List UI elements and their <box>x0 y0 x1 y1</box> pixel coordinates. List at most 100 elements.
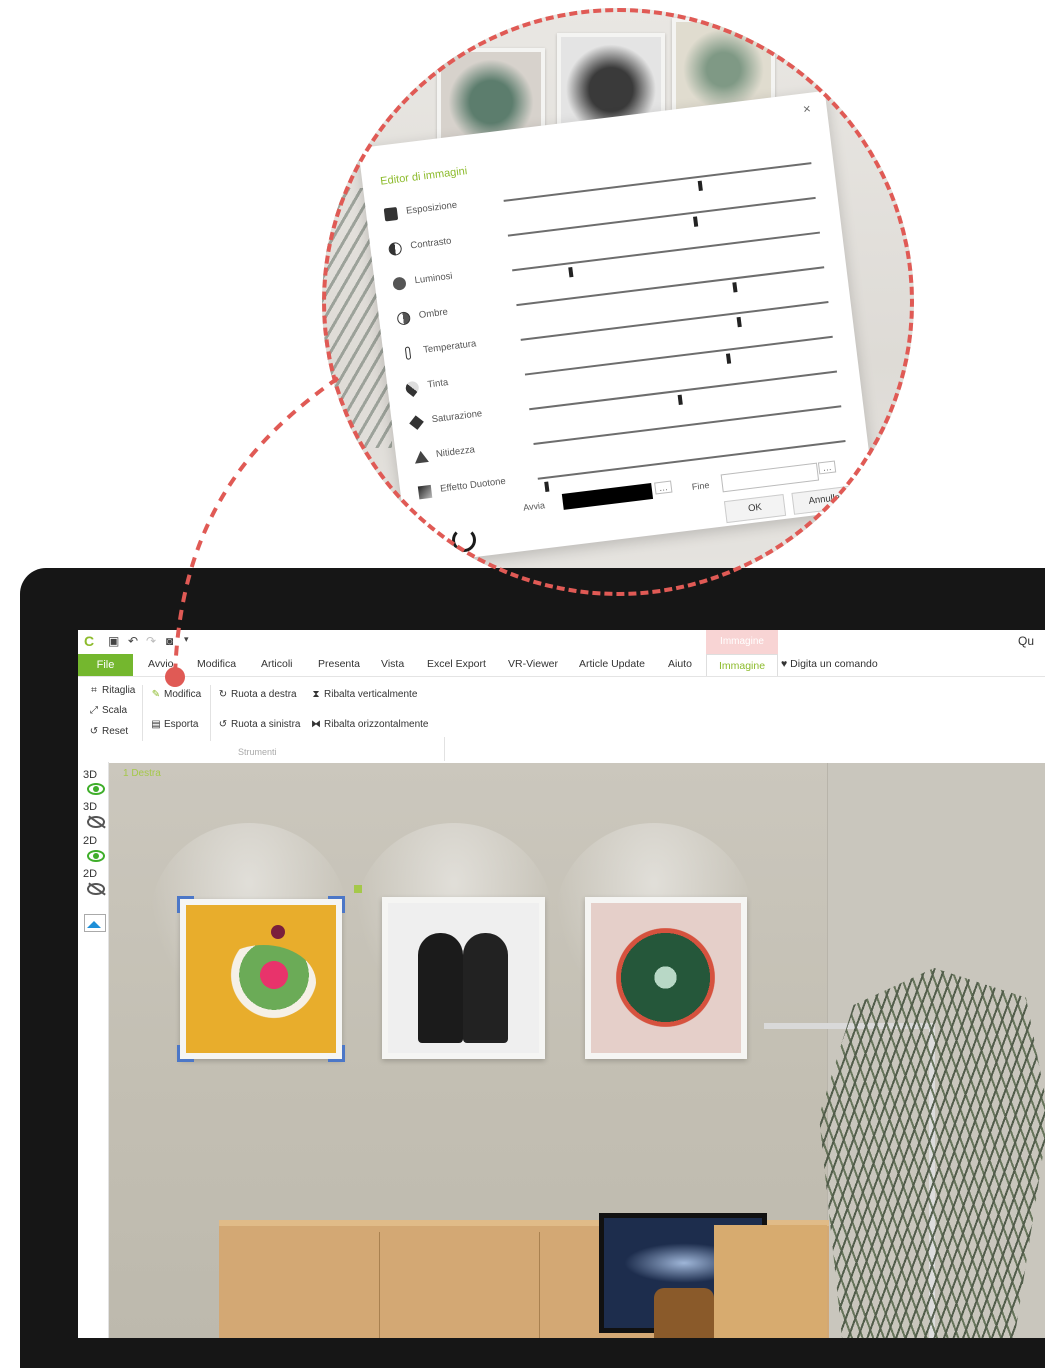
slider-label: Temperatura <box>422 338 477 356</box>
dialog-title: Editor di immagini <box>379 165 468 188</box>
tab-excel-export[interactable]: Excel Export <box>427 658 486 670</box>
eye-off-icon[interactable] <box>87 883 105 895</box>
artwork-2[interactable] <box>382 897 545 1059</box>
start-color-label: Avvia <box>522 500 546 513</box>
eye-off-icon[interactable] <box>87 816 105 828</box>
artwork-1-image <box>186 905 336 1053</box>
tab-articoli[interactable]: Articoli <box>261 658 293 670</box>
close-icon[interactable]: × <box>802 101 811 117</box>
slider-thumb[interactable] <box>677 394 683 406</box>
slider-thumb[interactable] <box>736 316 742 328</box>
selection-handle[interactable] <box>328 1045 345 1062</box>
reset-icon: ↺ <box>89 726 99 737</box>
contrast-icon <box>387 241 403 257</box>
end-color-swatch[interactable] <box>720 462 820 493</box>
flip-vertical-button[interactable]: ⧗ Ribalta verticalmente <box>310 689 417 700</box>
reset-button[interactable]: ↺ Reset <box>88 726 128 737</box>
export-icon: ▤ <box>151 719 161 730</box>
flip-horizontal-label: Ribalta orizzontalmente <box>324 719 429 730</box>
export-label: Esporta <box>164 719 199 730</box>
tab-vr-viewer[interactable]: VR-Viewer <box>508 658 558 670</box>
command-placeholder: Digita un comando <box>790 658 878 670</box>
image-icon[interactable] <box>84 914 106 932</box>
tab-article-update[interactable]: Article Update <box>579 658 645 670</box>
slider-thumb[interactable] <box>725 353 731 364</box>
tab-file[interactable]: File <box>78 654 133 676</box>
slider-thumb[interactable] <box>693 216 699 227</box>
artwork-2-image <box>388 903 539 1053</box>
view-toolbar: 3D 3D 2D 2D <box>78 762 109 1338</box>
lightbulb-icon: ♥ <box>781 658 788 670</box>
ribbon-divider <box>142 685 143 741</box>
slider-label: Ombre <box>418 306 449 321</box>
artwork-3[interactable] <box>585 897 747 1059</box>
artwork-1[interactable] <box>177 896 345 1062</box>
ribbon-group-label: Strumenti <box>238 747 277 757</box>
slider-thumb[interactable] <box>544 481 550 492</box>
flip-horizontal-icon: ⧓ <box>311 719 321 730</box>
cabinet-door-line <box>379 1232 380 1338</box>
tab-presenta[interactable]: Presenta <box>318 658 360 670</box>
app-window: C ▣ ↶ ↷ ◙ ▾ Immagine Qu File Avvio Modif… <box>78 630 1045 1338</box>
export-button[interactable]: ▤ Esporta <box>150 719 198 730</box>
crop-label: Ritaglia <box>102 685 136 696</box>
ok-button[interactable]: OK <box>723 493 787 524</box>
cancel-button[interactable]: Annulla <box>791 485 858 515</box>
selection-handle[interactable] <box>177 1045 194 1062</box>
end-color-picker-button[interactable]: … <box>817 460 837 475</box>
save-icon[interactable]: ▣ <box>108 634 119 648</box>
search-stub[interactable]: Qu <box>1018 634 1034 648</box>
slider-thumb[interactable] <box>732 282 738 293</box>
tab-vista[interactable]: Vista <box>381 658 404 670</box>
artwork-3-image <box>591 903 741 1053</box>
start-color-swatch[interactable] <box>561 482 654 510</box>
slider-label: Effetto Duotone <box>439 475 507 495</box>
customize-toolbar-icon[interactable]: ▾ <box>184 634 189 645</box>
tab-avvio[interactable]: Avvio <box>148 658 174 670</box>
3d-viewport[interactable]: 1 Destra <box>109 763 1045 1338</box>
crop-icon: ⌗ <box>91 685 97 696</box>
rotate-left-button[interactable]: ↺ Ruota a sinistra <box>217 719 301 730</box>
quick-access-toolbar: C ▣ ↶ ↷ ◙ ▾ Immagine Qu <box>78 630 1045 654</box>
rotate-right-icon: ↻ <box>218 689 228 700</box>
context-tab-header: Immagine <box>706 630 778 654</box>
viewport-label: 1 Destra <box>123 768 161 779</box>
artwork-1-shape <box>211 945 316 1020</box>
undo-icon[interactable]: ↶ <box>128 634 138 648</box>
tab-immagine[interactable]: Immagine <box>706 654 778 676</box>
redo-icon[interactable]: ↷ <box>146 634 156 648</box>
reset-label: Reset <box>102 726 129 737</box>
slider-thumb[interactable] <box>568 267 574 278</box>
move-handle[interactable] <box>354 885 362 893</box>
scale-button[interactable]: ⤢ Scala <box>88 705 127 716</box>
selection-handle[interactable] <box>328 896 345 913</box>
flip-vertical-icon: ⧗ <box>312 689 320 700</box>
eye-icon[interactable] <box>87 850 105 862</box>
start-color-picker-button[interactable]: … <box>654 480 673 495</box>
artwork-2-figure <box>418 933 463 1043</box>
temperature-icon <box>404 346 412 360</box>
tint-icon <box>403 378 422 398</box>
camera-icon[interactable]: ◙ <box>166 634 173 648</box>
eye-icon[interactable] <box>87 783 105 795</box>
tab-modifica[interactable]: Modifica <box>197 658 236 670</box>
refresh-icon[interactable] <box>452 528 476 552</box>
cabinet-door-line <box>539 1232 540 1338</box>
slider-thumb[interactable] <box>697 180 704 191</box>
edit-button[interactable]: ✎ Modifica <box>150 689 201 700</box>
tab-aiuto[interactable]: Aiuto <box>668 658 692 670</box>
edit-label: Modifica <box>164 689 202 700</box>
rotate-right-button[interactable]: ↻ Ruota a destra <box>217 689 297 700</box>
command-search[interactable]: ♥ Digita un comando <box>781 658 878 670</box>
view-3d-label: 3D <box>83 769 98 781</box>
ribbon-tabs: File Avvio Modifica Articoli Presenta Vi… <box>78 654 1045 676</box>
slider-label: Nitidezza <box>435 444 476 460</box>
flip-horizontal-button[interactable]: ⧓ Ribalta orizzontalmente <box>310 719 429 730</box>
view-3d-label: 3D <box>83 801 98 813</box>
rotate-right-label: Ruota a destra <box>231 689 297 700</box>
crop-button[interactable]: ⌗ Ritaglia <box>88 685 135 696</box>
desk-panel <box>714 1225 827 1338</box>
flip-vertical-label: Ribalta verticalmente <box>324 689 418 700</box>
selection-handle[interactable] <box>177 896 194 913</box>
end-color-label: Fine <box>691 479 710 493</box>
